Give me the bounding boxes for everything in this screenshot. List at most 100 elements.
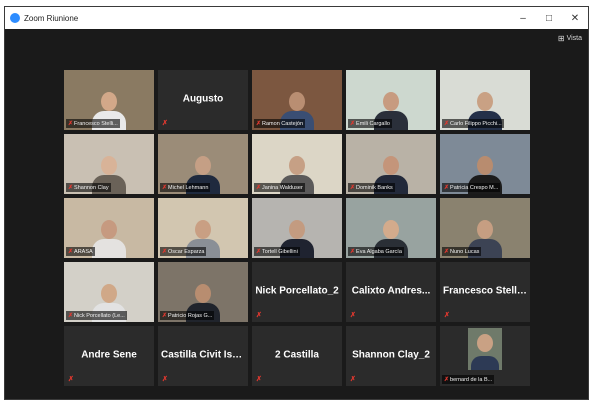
participant-body (471, 356, 499, 370)
mic-muted-icon: ✗ (350, 249, 356, 255)
participant-name: Andre Sene (81, 349, 137, 361)
meeting-top-bar: ⊞ Vista (5, 29, 588, 51)
participant-name: bernard de la B... (450, 376, 493, 383)
view-button[interactable]: ⊞ Vista (558, 34, 582, 43)
mic-muted-icon: ✗ (68, 121, 74, 127)
participant-tile[interactable]: ✗ Oscar Esparza (158, 198, 248, 258)
participant-name-tag: ✗ Patricia Crespo M... (442, 183, 501, 192)
participant-tile[interactable]: Augusto ✗ (158, 70, 248, 130)
participant-figure (91, 214, 127, 258)
mic-muted-icon: ✗ (162, 185, 168, 191)
participant-name: ARASA (74, 248, 93, 255)
window-controls: – □ ✕ (510, 13, 588, 24)
participant-video (468, 328, 502, 370)
mic-muted-icon: ✗ (68, 313, 74, 319)
participant-tile[interactable]: ✗ Shannon Clay (64, 134, 154, 194)
participant-name: Patricio Rojas G... (168, 312, 213, 319)
participant-name-tag: ✗ Oscar Esparza (160, 247, 207, 256)
participant-name-tag: ✗ Dominik Banks (348, 183, 395, 192)
participant-tile[interactable]: ✗ Patricio Rojas G... (158, 262, 248, 322)
participant-tile[interactable]: Nick Porcellato_2 ✗ (252, 262, 342, 322)
participant-tile[interactable]: ✗ Francesco Stelli... (64, 70, 154, 130)
participant-tile[interactable]: Francesco Stellini ✗ (440, 262, 530, 322)
participant-name: Nick Porcellato (Le... (74, 312, 125, 319)
participant-name-tag: ✗ Francesco Stelli... (66, 119, 120, 128)
gallery-view: ✗ Francesco Stelli... Augusto ✗ ✗ Ramon Caste… (64, 70, 530, 386)
close-button[interactable]: ✕ (562, 13, 588, 24)
participant-name-tag: ✗ Carlo Filippo Picchi... (442, 119, 504, 128)
participant-head (101, 284, 117, 303)
participant-body (92, 239, 126, 258)
participant-name: Emili Cargallo (356, 120, 390, 127)
participant-head (101, 220, 117, 239)
participant-head (477, 92, 493, 111)
maximize-button[interactable]: □ (536, 13, 562, 24)
participant-name: Oscar Esparza (168, 248, 205, 255)
mic-muted-icon: ✗ (162, 120, 168, 127)
participant-head (289, 156, 305, 175)
participant-name: Nick Porcellato_2 (255, 285, 339, 297)
gallery-grid-icon: ⊞ (557, 34, 565, 43)
participant-name: Michel Lehmann (168, 184, 209, 191)
mic-muted-icon: ✗ (68, 376, 74, 383)
participant-name: Tortell Gibellini (262, 248, 298, 255)
participant-name-tag: ✗ Nick Porcellato (Le... (66, 311, 127, 320)
mic-muted-icon: ✗ (68, 249, 74, 255)
participant-head (195, 284, 211, 303)
mic-muted-icon: ✗ (350, 185, 356, 191)
participant-name: Janina Walduser (262, 184, 303, 191)
window-title: Zoom Riunione (24, 13, 79, 23)
mic-muted-icon: ✗ (256, 249, 262, 255)
participant-tile[interactable]: ✗ Michel Lehmann (158, 134, 248, 194)
participant-tile[interactable]: Calixto Andres... ✗ (346, 262, 436, 322)
mic-muted-icon: ✗ (444, 377, 450, 383)
participant-tile[interactable]: ✗ Carlo Filippo Picchi... (440, 70, 530, 130)
participant-name: 2 Castilla (275, 349, 319, 361)
participant-tile[interactable]: ✗ Dominik Banks (346, 134, 436, 194)
participant-head (195, 156, 211, 175)
participant-tile[interactable]: ✗ Janina Walduser (252, 134, 342, 194)
participant-head (477, 220, 493, 239)
participant-tile[interactable]: 2 Castilla ✗ (252, 326, 342, 386)
mic-muted-icon: ✗ (350, 121, 356, 127)
participant-tile[interactable]: ✗ bernard de la B... (440, 326, 530, 386)
mic-muted-icon: ✗ (162, 376, 168, 383)
mic-muted-icon: ✗ (256, 185, 262, 191)
participant-head (289, 220, 305, 239)
minimize-button[interactable]: – (510, 13, 536, 24)
participant-tile[interactable]: ✗ Ramon Castejón (252, 70, 342, 130)
participant-name-tag: ✗ Tortell Gibellini (254, 247, 300, 256)
participant-tile[interactable]: ✗ Nuno Lucas (440, 198, 530, 258)
participant-tile[interactable]: Andre Sene ✗ (64, 326, 154, 386)
title-bar: Zoom Riunione – □ ✕ (5, 7, 588, 29)
mic-muted-icon: ✗ (256, 312, 262, 319)
participant-name: Ramon Castejón (262, 120, 303, 127)
mic-muted-icon: ✗ (350, 312, 356, 319)
zoom-app-icon (10, 13, 20, 23)
mic-muted-icon: ✗ (444, 249, 450, 255)
participant-name-tag: ✗ ARASA (66, 247, 95, 256)
participant-name-tag: ✗ Eva Algaba García (348, 247, 404, 256)
participant-head (477, 334, 493, 352)
mic-muted-icon: ✗ (256, 121, 262, 127)
participant-name-tag: ✗ bernard de la B... (442, 375, 495, 384)
mic-muted-icon: ✗ (444, 121, 450, 127)
participant-tile[interactable]: ✗ Patricia Crespo M... (440, 134, 530, 194)
participant-name: Eva Algaba García (356, 248, 402, 255)
participant-tile[interactable]: ✗ Eva Algaba García (346, 198, 436, 258)
participant-name: Carlo Filippo Picchi... (450, 120, 502, 127)
participant-name: Shannon Clay (74, 184, 109, 191)
participant-tile[interactable]: ✗ Nick Porcellato (Le... (64, 262, 154, 322)
mic-muted-icon: ✗ (444, 185, 450, 191)
participant-name: Calixto Andres... (351, 285, 431, 297)
participant-tile[interactable]: ✗ ARASA (64, 198, 154, 258)
participant-tile[interactable]: Castilla Civit Isa... ✗ (158, 326, 248, 386)
participant-name-tag: ✗ Janina Walduser (254, 183, 305, 192)
participant-tile[interactable]: Shannon Clay_2 ✗ (346, 326, 436, 386)
mic-muted-icon: ✗ (162, 249, 168, 255)
participant-name-tag: ✗ Michel Lehmann (160, 183, 211, 192)
participant-tile[interactable]: ✗ Tortell Gibellini (252, 198, 342, 258)
participant-head (101, 156, 117, 175)
participant-tile[interactable]: ✗ Emili Cargallo (346, 70, 436, 130)
participant-name: Shannon Clay_2 (352, 349, 430, 361)
